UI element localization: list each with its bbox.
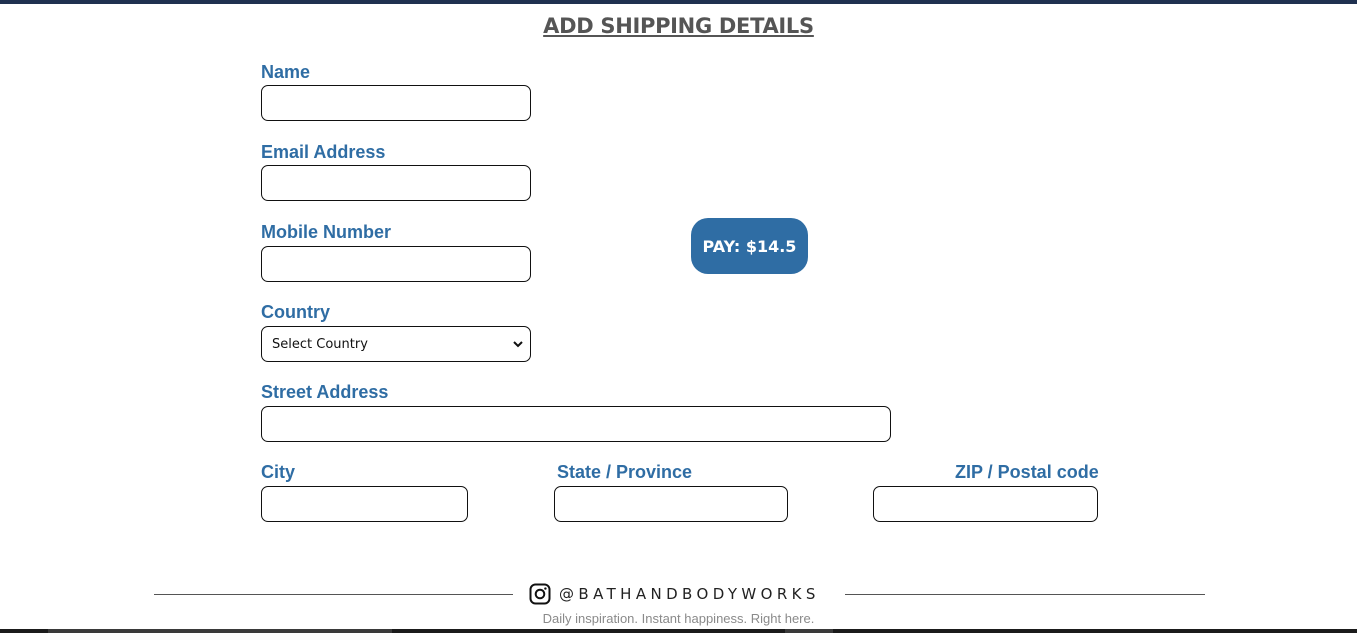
page-title: ADD SHIPPING DETAILS [543, 14, 814, 38]
pay-button[interactable]: PAY: $14.5 [691, 218, 808, 274]
instagram-handle-link[interactable]: @BATHANDBODYWORKS [559, 585, 820, 603]
country-label: Country [261, 302, 330, 322]
street-input[interactable] [261, 406, 891, 442]
footer-divider-left [154, 594, 513, 595]
bottom-bar-segment [48, 629, 392, 633]
instagram-icon[interactable] [529, 583, 551, 605]
email-label: Email Address [261, 142, 386, 162]
footer-divider-right [845, 594, 1205, 595]
city-label: City [261, 462, 296, 482]
mobile-label: Mobile Number [261, 222, 392, 242]
state-label: State / Province [557, 462, 693, 482]
city-input[interactable] [261, 486, 468, 522]
zip-label: ZIP / Postal code [955, 462, 1099, 482]
chevron-down-icon [513, 341, 523, 348]
email-input[interactable] [261, 165, 531, 201]
bottom-bar [0, 629, 1357, 633]
country-select[interactable]: Select Country [261, 326, 531, 362]
mobile-input[interactable] [261, 246, 531, 282]
top-bar [0, 0, 1357, 4]
street-label: Street Address [261, 382, 389, 402]
footer-tagline: Daily inspiration. Instant happiness. Ri… [542, 611, 815, 626]
name-input[interactable] [261, 85, 531, 121]
state-input[interactable] [554, 486, 788, 522]
zip-input[interactable] [873, 486, 1098, 522]
name-label: Name [261, 62, 311, 82]
country-select-value: Select Country [272, 337, 368, 352]
bottom-bar-segment [785, 629, 833, 633]
